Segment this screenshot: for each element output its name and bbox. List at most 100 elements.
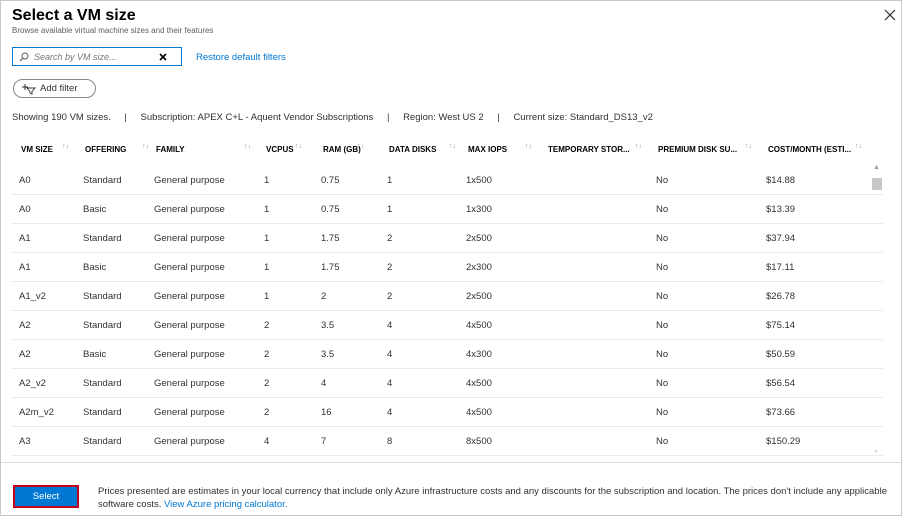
column-header[interactable]: DATA DISKS ↑↓ (389, 138, 456, 160)
table-cell: 1.75 (321, 232, 340, 244)
sort-icon[interactable]: ↑↓ (295, 143, 302, 150)
table-cell: General purpose (154, 348, 225, 360)
column-header[interactable]: VM SIZE ↑↓ (21, 138, 69, 160)
table-cell: General purpose (154, 232, 225, 244)
add-filter-label: Add filter (40, 83, 78, 94)
sort-icon[interactable]: ↑↓ (357, 143, 364, 150)
table-cell: A1_v2 (19, 290, 46, 302)
table-cell: 1 (264, 290, 270, 302)
sort-icon[interactable]: ↑↓ (745, 143, 752, 150)
table-cell: 3.5 (321, 348, 335, 360)
table-scrollbar[interactable]: ▲ ⌄ (870, 164, 883, 459)
column-header[interactable]: PREMIUM DISK SU... ↑↓ (658, 138, 752, 160)
table-cell: 4x500 (466, 377, 492, 389)
table-cell: 2 (387, 290, 393, 302)
table-cell: 4 (387, 406, 393, 418)
table-row[interactable]: A0 Basic General purpose 1 0.75 1 1x300 No $13.3… (12, 195, 883, 224)
scroll-up-icon[interactable]: ▲ (873, 164, 880, 171)
table-cell: No (656, 377, 669, 389)
table-cell: Basic (83, 348, 107, 360)
table-cell: 2x300 (466, 261, 492, 273)
separator: | (124, 112, 127, 123)
pricing-calculator-link[interactable]: View Azure pricing calculator. (164, 499, 287, 510)
table-cell: $75.14 (766, 319, 796, 331)
add-filter-icon (22, 83, 36, 95)
column-header-label: RAM (GB) (323, 144, 361, 154)
column-header[interactable]: COST/MONTH (ESTI... ↑↓ (768, 138, 862, 160)
vm-size-table: VM SIZE ↑↓ OFFERING ↑↓ FAMILY ↑↓ VCPUS ↑↓ RAM (G… (12, 138, 883, 456)
table-cell: Standard (83, 435, 122, 447)
table-row[interactable]: A1 Standard General purpose 1 1.75 2 2x500 No $3… (12, 224, 883, 253)
table-cell: General purpose (154, 377, 225, 389)
table-cell: A2 (19, 348, 31, 360)
sort-icon[interactable]: ↑↓ (635, 143, 642, 150)
table-cell: General purpose (154, 203, 225, 215)
restore-default-filters-link[interactable]: Restore default filters (196, 52, 286, 63)
table-cell: 2 (387, 232, 393, 244)
table-row[interactable]: A3 Standard General purpose 4 7 8 8x500 No $150.… (12, 427, 883, 456)
table-row[interactable]: A2 Basic General purpose 2 3.5 4 4x300 No $50.59 (12, 340, 883, 369)
pricing-note: Prices presented are estimates in your l… (98, 485, 888, 511)
sort-icon[interactable]: ↑↓ (62, 143, 69, 150)
panel-subtitle: Browse available virtual machine sizes a… (12, 26, 214, 35)
search-icon (19, 52, 29, 61)
column-header[interactable]: RAM (GB) ↑↓ (323, 138, 364, 160)
clear-icon[interactable] (158, 52, 168, 62)
add-filter-button[interactable]: Add filter (13, 79, 96, 98)
table-cell: $56.54 (766, 377, 796, 389)
table-row[interactable]: A2_v2 Standard General purpose 2 4 4 4x500 No $5… (12, 369, 883, 398)
sort-icon[interactable]: ↑↓ (142, 143, 149, 150)
column-header[interactable]: TEMPORARY STOR... ↑↓ (548, 138, 642, 160)
close-icon (884, 9, 896, 21)
table-cell: $150.29 (766, 435, 801, 447)
vm-size-panel: Select a VM size Browse available virtua… (0, 0, 902, 516)
search-input[interactable] (34, 51, 156, 62)
column-header[interactable]: VCPUS ↑↓ (266, 138, 302, 160)
table-cell: 2 (264, 319, 270, 331)
close-button[interactable] (882, 7, 898, 23)
table-cell: No (656, 203, 669, 215)
table-cell: $73.66 (766, 406, 796, 418)
table-cell: $14.88 (766, 174, 796, 186)
table-cell: 4x500 (466, 406, 492, 418)
scrollbar-thumb[interactable] (872, 178, 882, 190)
table-cell: Standard (83, 406, 122, 418)
sort-icon[interactable]: ↑↓ (525, 143, 532, 150)
table-cell: 0.75 (321, 174, 340, 186)
table-cell: Standard (83, 319, 122, 331)
table-cell: General purpose (154, 261, 225, 273)
table-cell: No (656, 406, 669, 418)
table-cell: A1 (19, 232, 31, 244)
table-cell: General purpose (154, 174, 225, 186)
region-text: Region: West US 2 (403, 112, 484, 123)
table-cell: 2 (321, 290, 327, 302)
search-box[interactable] (12, 47, 182, 66)
column-header[interactable]: OFFERING ↑↓ (85, 138, 149, 160)
table-cell: 1.75 (321, 261, 340, 273)
column-header-label: COST/MONTH (ESTI... (768, 144, 852, 154)
sort-icon[interactable]: ↑↓ (449, 143, 456, 150)
table-cell: 2 (264, 406, 270, 418)
select-button[interactable]: Select (13, 485, 79, 508)
sort-icon[interactable]: ↑↓ (855, 143, 862, 150)
table-cell: A0 (19, 203, 31, 215)
table-cell: 1x500 (466, 174, 492, 186)
table-cell: A1 (19, 261, 31, 273)
table-row[interactable]: A1 Basic General purpose 1 1.75 2 2x300 No $17.1… (12, 253, 883, 282)
table-cell: 4x500 (466, 319, 492, 331)
info-line: Showing 190 VM sizes. | Subscription: AP… (12, 112, 653, 123)
scroll-down-icon[interactable]: ⌄ (873, 446, 879, 454)
column-header-label: VM SIZE (21, 144, 54, 154)
table-row[interactable]: A2 Standard General purpose 2 3.5 4 4x500 No $75… (12, 311, 883, 340)
column-header[interactable]: FAMILY ↑↓ (156, 138, 251, 160)
table-row[interactable]: A2m_v2 Standard General purpose 2 16 4 4x500 No… (12, 398, 883, 427)
table-header: VM SIZE ↑↓ OFFERING ↑↓ FAMILY ↑↓ VCPUS ↑↓ RAM (G… (12, 138, 883, 160)
table-row[interactable]: A1_v2 Standard General purpose 1 2 2 2x500 No $2… (12, 282, 883, 311)
column-header[interactable]: MAX IOPS ↑↓ (468, 138, 532, 160)
table-cell: 2 (264, 377, 270, 389)
sort-icon[interactable]: ↑↓ (244, 143, 251, 150)
table-cell: 2 (264, 348, 270, 360)
table-row[interactable]: A0 Standard General purpose 1 0.75 1 1x500 No $1… (12, 166, 883, 195)
column-header-label: PREMIUM DISK SU... (658, 144, 738, 154)
table-cell: General purpose (154, 406, 225, 418)
